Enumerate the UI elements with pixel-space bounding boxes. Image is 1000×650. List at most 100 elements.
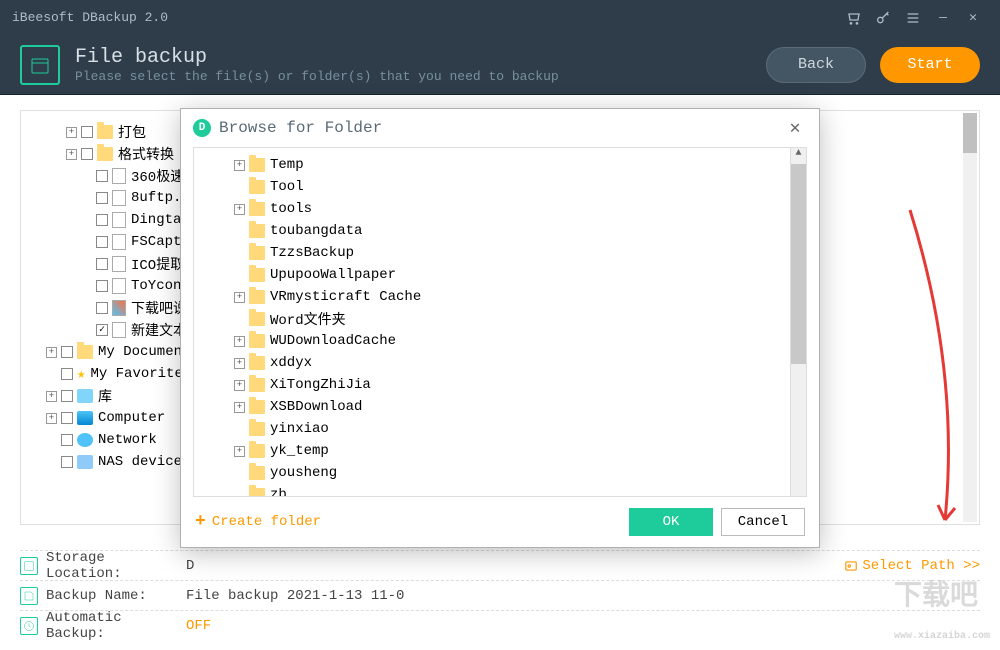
checkbox[interactable] bbox=[81, 148, 93, 160]
dialog-item-label: yk_temp bbox=[270, 443, 329, 459]
dialog-tree-row[interactable]: TzzsBackup bbox=[204, 242, 796, 264]
dialog-tree-row[interactable]: +WUDownloadCache bbox=[204, 330, 796, 352]
checkbox[interactable] bbox=[96, 214, 108, 226]
auto-backup-value[interactable]: OFF bbox=[186, 618, 980, 634]
dialog-tree-row[interactable]: yinxiao bbox=[204, 418, 796, 440]
checkbox[interactable] bbox=[96, 170, 108, 182]
tree-item-label: 打包 bbox=[118, 122, 146, 142]
expand-icon[interactable] bbox=[234, 248, 245, 259]
checkbox[interactable] bbox=[96, 302, 108, 314]
folder-icon bbox=[249, 158, 265, 172]
dialog-tree-row[interactable]: +XSBDownload bbox=[204, 396, 796, 418]
dialog-tree-row[interactable]: yousheng bbox=[204, 462, 796, 484]
dialog-tree-row[interactable]: +XiTongZhiJia bbox=[204, 374, 796, 396]
create-folder-link[interactable]: + Create folder bbox=[195, 512, 321, 532]
back-button[interactable]: Back bbox=[766, 47, 866, 83]
cart-icon[interactable] bbox=[842, 7, 864, 29]
expand-icon[interactable] bbox=[81, 303, 92, 314]
checkbox[interactable]: ✓ bbox=[96, 324, 108, 336]
checkbox[interactable] bbox=[61, 456, 73, 468]
dialog-item-label: yinxiao bbox=[270, 421, 329, 437]
expand-icon[interactable] bbox=[234, 182, 245, 193]
library-icon bbox=[77, 389, 93, 403]
key-icon[interactable] bbox=[872, 7, 894, 29]
checkbox[interactable] bbox=[96, 236, 108, 248]
dialog-item-label: xddyx bbox=[270, 355, 312, 371]
folder-icon bbox=[249, 356, 265, 370]
tree-item-label: 格式转换 bbox=[118, 144, 174, 164]
tree-item-label: Network bbox=[98, 432, 157, 448]
dialog-tree-row[interactable]: +VRmysticraft Cache bbox=[204, 286, 796, 308]
checkbox[interactable] bbox=[61, 368, 73, 380]
menu-icon[interactable] bbox=[902, 7, 924, 29]
dialog-tree-row[interactable]: UpupooWallpaper bbox=[204, 264, 796, 286]
expand-icon[interactable] bbox=[234, 226, 245, 237]
checkbox[interactable] bbox=[81, 126, 93, 138]
folder-icon bbox=[249, 422, 265, 436]
expand-icon[interactable]: + bbox=[234, 160, 245, 171]
expand-icon[interactable] bbox=[81, 281, 92, 292]
expand-icon[interactable] bbox=[81, 171, 92, 182]
checkbox[interactable] bbox=[61, 390, 73, 402]
close-icon[interactable]: ✕ bbox=[962, 7, 984, 29]
folder-icon bbox=[249, 246, 265, 260]
scrollbar-thumb[interactable] bbox=[963, 113, 977, 153]
folder-icon bbox=[249, 378, 265, 392]
dialog-tree-row[interactable]: +Temp bbox=[204, 154, 796, 176]
file-icon bbox=[112, 278, 126, 294]
expand-icon[interactable]: + bbox=[46, 347, 57, 358]
dialog-tree-row[interactable]: toubangdata bbox=[204, 220, 796, 242]
expand-icon[interactable] bbox=[234, 490, 245, 498]
checkbox[interactable] bbox=[61, 346, 73, 358]
expand-icon[interactable] bbox=[46, 369, 57, 380]
dialog-close-icon[interactable]: ✕ bbox=[783, 117, 807, 139]
expand-icon[interactable]: + bbox=[234, 204, 245, 215]
checkbox[interactable] bbox=[96, 192, 108, 204]
checkbox[interactable] bbox=[61, 434, 73, 446]
dialog-item-label: toubangdata bbox=[270, 223, 362, 239]
expand-icon[interactable]: + bbox=[46, 413, 57, 424]
expand-icon[interactable] bbox=[81, 215, 92, 226]
minimize-icon[interactable]: — bbox=[932, 7, 954, 29]
checkbox[interactable] bbox=[61, 412, 73, 424]
expand-icon[interactable] bbox=[234, 424, 245, 435]
dialog-scrollbar[interactable]: ▲ bbox=[790, 148, 806, 496]
dialog-tree-row[interactable]: zb bbox=[204, 484, 796, 497]
star-icon: ★ bbox=[77, 366, 85, 383]
dialog-tree-row[interactable]: Tool bbox=[204, 176, 796, 198]
dialog-tree-row[interactable]: +tools bbox=[204, 198, 796, 220]
expand-icon[interactable] bbox=[81, 325, 92, 336]
dialog-scrollbar-thumb[interactable] bbox=[791, 164, 806, 364]
expand-icon[interactable] bbox=[46, 457, 57, 468]
expand-icon[interactable]: + bbox=[66, 127, 77, 138]
scroll-up-icon[interactable]: ▲ bbox=[791, 148, 806, 164]
expand-icon[interactable]: + bbox=[46, 391, 57, 402]
dialog-tree-row[interactable]: + yk_temp bbox=[204, 440, 796, 462]
dialog-ok-button[interactable]: OK bbox=[629, 508, 713, 536]
expand-icon[interactable]: + bbox=[234, 336, 245, 347]
expand-icon[interactable]: + bbox=[234, 292, 245, 303]
expand-icon[interactable]: + bbox=[234, 380, 245, 391]
expand-icon[interactable] bbox=[234, 314, 245, 325]
expand-icon[interactable]: + bbox=[234, 402, 245, 413]
checkbox[interactable] bbox=[96, 280, 108, 292]
expand-icon[interactable] bbox=[81, 193, 92, 204]
dialog-cancel-button[interactable]: Cancel bbox=[721, 508, 805, 536]
backup-name-value[interactable]: File backup 2021-1-13 11-0 bbox=[186, 588, 980, 604]
dialog-tree-row[interactable]: + xddyx bbox=[204, 352, 796, 374]
expand-icon[interactable] bbox=[234, 468, 245, 479]
expand-icon[interactable] bbox=[46, 435, 57, 446]
expand-icon[interactable] bbox=[81, 237, 92, 248]
expand-icon[interactable] bbox=[234, 270, 245, 281]
dialog-tree-row[interactable]: Word文件夹 bbox=[204, 308, 796, 330]
network-icon bbox=[77, 433, 93, 447]
select-path-link[interactable]: Select Path >> bbox=[844, 558, 980, 574]
expand-icon[interactable]: + bbox=[66, 149, 77, 160]
file-icon bbox=[112, 256, 126, 272]
scrollbar[interactable] bbox=[963, 113, 977, 522]
checkbox[interactable] bbox=[96, 258, 108, 270]
start-button[interactable]: Start bbox=[880, 47, 980, 83]
expand-icon[interactable]: + bbox=[234, 446, 245, 457]
expand-icon[interactable]: + bbox=[234, 358, 245, 369]
expand-icon[interactable] bbox=[81, 259, 92, 270]
